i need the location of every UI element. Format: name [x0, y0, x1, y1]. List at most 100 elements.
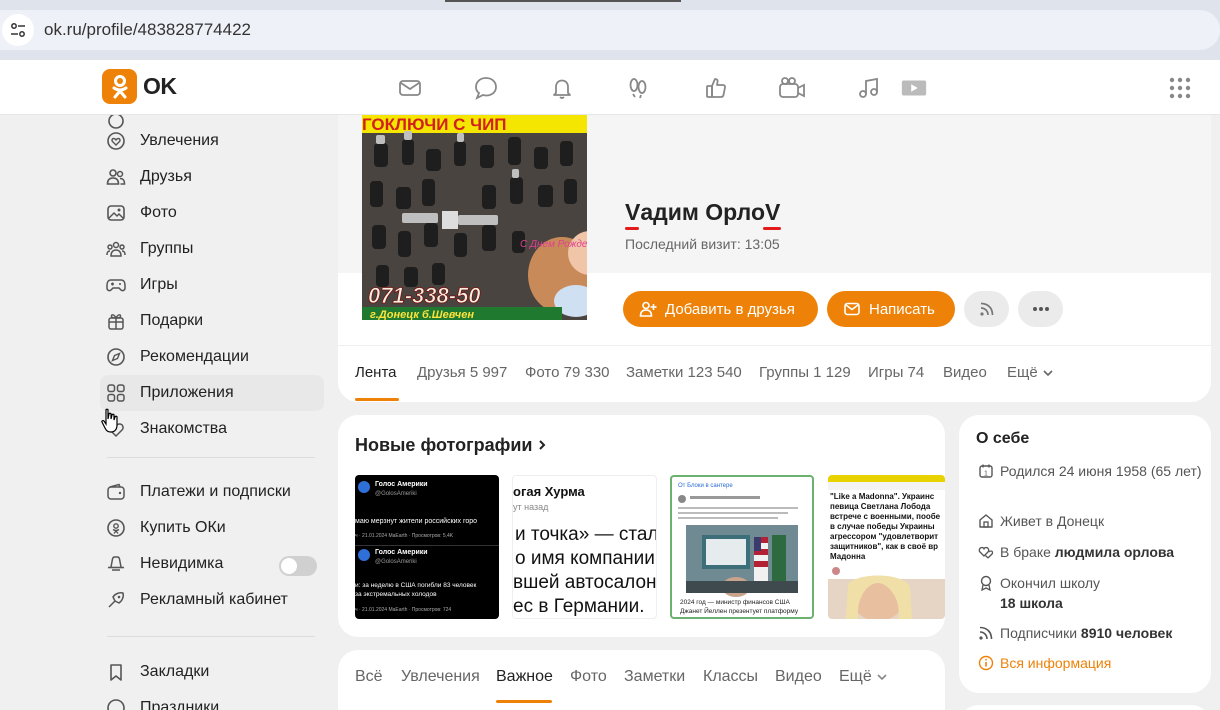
write-message-button[interactable]: Написать [827, 291, 955, 327]
all-info-link[interactable]: Вся информация [976, 653, 1206, 673]
feed-tab-photo[interactable]: Фото [570, 668, 607, 686]
next-card-edge [959, 705, 1211, 710]
photo-thumb-3[interactable]: От Блоки в сантере 2024 год — министр фи… [670, 475, 814, 619]
url-text[interactable]: ok.ru/profile/483828774422 [44, 20, 251, 40]
sidebar-item-label: Закладки [140, 663, 210, 680]
sidebar-item-apps[interactable]: Приложения [100, 375, 324, 411]
photo-thumb-2[interactable]: огая Хурма ут назад и точка» — стал о им… [512, 475, 657, 619]
mail-icon[interactable] [396, 74, 424, 102]
browser-toolbar: ok.ru/profile/483828774422 [0, 0, 1220, 60]
chevron-down-icon [877, 674, 887, 681]
thumb4-line7: Мадонна [830, 552, 866, 561]
new-photos-card: Новые фотографии Голос Америки @GolosAme… [338, 415, 945, 637]
thumb4-line3: встрече с военными, пообе [830, 512, 941, 521]
thumb2-line1: огая Хурма [513, 484, 586, 499]
ads-icon [106, 590, 126, 610]
tab-feed[interactable]: Лента [355, 364, 397, 381]
add-friend-button[interactable]: Добавить в друзья [623, 291, 818, 327]
tab-games[interactable]: Игры 74 [868, 364, 924, 381]
feed-tab-notes[interactable]: Заметки [624, 668, 685, 686]
sidebar-item-dating[interactable]: Знакомства [100, 411, 324, 447]
invisible-icon [106, 554, 126, 574]
groups-icon [106, 239, 126, 259]
add-friend-label: Добавить в друзья [665, 300, 795, 318]
chat-icon[interactable] [472, 74, 500, 102]
sidebar-item-buy-oki[interactable]: Купить ОКи [100, 510, 324, 546]
thumb4-line6: защитников", как в своё вр [830, 542, 938, 551]
feed-tab-more[interactable]: Ещё [839, 668, 888, 686]
feed-tab-hobbies[interactable]: Увлечения [401, 668, 480, 686]
about-school-link[interactable]: 18 школа [1000, 595, 1063, 611]
sidebar-item-gifts[interactable]: Подарки [100, 303, 324, 339]
feed-tab-important[interactable]: Важное [496, 668, 553, 686]
about-married: В браке людмила орлова [976, 542, 1206, 562]
sidebar-item-label: Увлечения [140, 132, 219, 149]
thumb2-line4: о имя компании [515, 548, 655, 569]
sidebar-item-groups[interactable]: Группы [100, 231, 324, 267]
thumb4-line2: певица Светлана Лобода [830, 502, 931, 511]
thumb4-line5: агрессором "удовлетворит [830, 532, 938, 541]
sidebar-item-label: Фото [140, 204, 177, 221]
sidebar-item-ads[interactable]: Рекламный кабинет [100, 582, 324, 618]
sidebar-item-holidays[interactable]: Праздники [100, 690, 324, 710]
tab-groups[interactable]: Группы 1 129 [759, 364, 851, 381]
tab-friends[interactable]: Друзья 5 997 [417, 364, 507, 381]
name-underline-right [763, 227, 781, 230]
address-bar[interactable]: ok.ru/profile/483828774422 [0, 10, 1220, 50]
sidebar-item-payments[interactable]: Платежи и подписки [100, 474, 324, 510]
tab-more[interactable]: Ещё [1007, 364, 1054, 381]
sidebar-item-photo[interactable]: Фото [100, 195, 324, 231]
music-icon[interactable] [854, 74, 882, 102]
feed-filter-card: Всё Увлечения Важное Фото Заметки Классы… [338, 650, 945, 710]
sidebar-item-bookmarks[interactable]: Закладки [100, 654, 324, 690]
guests-icon[interactable] [624, 74, 652, 102]
feed-tab-more-label: Ещё [839, 668, 872, 685]
new-photos-title[interactable]: Новые фотографии [355, 435, 547, 456]
tab-video[interactable]: Видео [943, 364, 987, 381]
about-born: 1 Родился 24 июня 1958 (65 лет) [976, 461, 1206, 481]
thumb1-line5: Голос Америки [375, 549, 428, 556]
thumb4-line4: в случае победы Украины [830, 522, 935, 531]
grid-icon[interactable] [1166, 74, 1194, 102]
active-tab-underline [355, 398, 399, 401]
subscribe-button[interactable] [964, 291, 1009, 327]
sidebar-item-hobbies[interactable]: Увлечения [100, 123, 324, 159]
sidebar-item-label: Платежи и подписки [140, 483, 291, 500]
message-icon [844, 302, 860, 316]
about-lives-city[interactable]: Донецк [1057, 513, 1104, 529]
left-sidebar: Увлечения Друзья Фото Группы Игры Подарк… [100, 115, 325, 710]
feed-tab-all[interactable]: Всё [355, 668, 383, 686]
about-spouse-link[interactable]: людмила орлова [1055, 544, 1174, 560]
photo-thumb-1[interactable]: Голос Америки @GolosAmeriki маю мерзнут … [355, 475, 499, 619]
feed-tab-video[interactable]: Видео [775, 668, 822, 686]
bell-icon[interactable] [548, 74, 576, 102]
sidebar-item-friends[interactable]: Друзья [100, 159, 324, 195]
photo-thumb-4[interactable]: "Like a Madonna". Украинс певица Светлан… [828, 475, 945, 619]
about-married-prefix: В браке [1000, 544, 1055, 560]
like-icon[interactable] [702, 74, 730, 102]
profile-avatar[interactable]: С Днем Рождения! ГОКЛЮЧИ С ЧИП 071-338-5… [362, 115, 587, 320]
sidebar-item-label: Невидимка [140, 555, 224, 572]
sidebar-item-games[interactable]: Игры [100, 267, 324, 303]
sidebar-item-label: Рекламный кабинет [140, 591, 288, 608]
sidebar-item-label: Приложения [140, 384, 234, 401]
tab-photos[interactable]: Фото 79 330 [525, 364, 610, 381]
add-friend-icon [639, 301, 657, 317]
sidebar-item-label: Подарки [140, 312, 204, 329]
feed-tab-classes[interactable]: Классы [703, 668, 758, 686]
avatar-phone-text: 071-338-50 [368, 283, 481, 308]
more-dots-icon [1032, 307, 1049, 311]
more-actions-button[interactable] [1018, 291, 1063, 327]
thumb3-line2: 2024 год — министр финансов США [680, 599, 790, 606]
tab-notes[interactable]: Заметки 123 540 [626, 364, 742, 381]
about-title: О себе [976, 430, 1030, 447]
site-settings-icon[interactable] [2, 14, 34, 46]
ok-logo[interactable]: OK [102, 69, 177, 104]
invisible-toggle[interactable] [279, 556, 317, 576]
sidebar-item-recommendations[interactable]: Рекомендации [100, 339, 324, 375]
feed-active-underline [496, 700, 552, 703]
about-subs-count[interactable]: 8910 человек [1081, 625, 1172, 641]
video-icon[interactable] [900, 74, 928, 102]
video-chat-icon[interactable] [778, 74, 806, 102]
about-subscribers: Подписчики 8910 человек [976, 623, 1206, 643]
